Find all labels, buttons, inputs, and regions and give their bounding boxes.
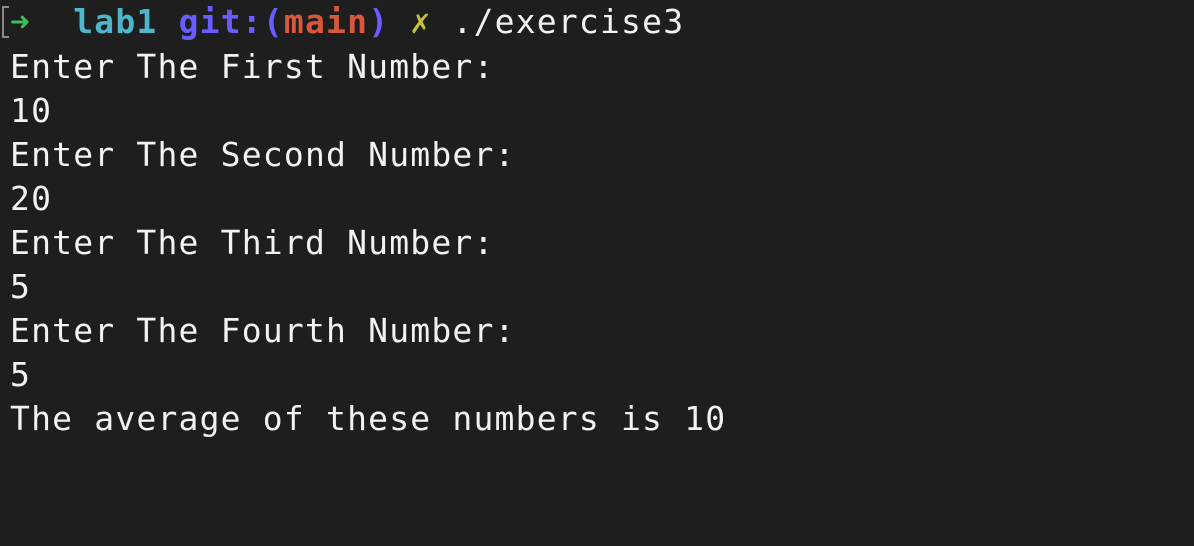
command-text: ./exercise3 [452,2,685,41]
output-line: Enter The Fourth Number: [10,311,516,350]
prompt-line: ➜ lab1 git:(main) ✗ ./exercise3 [10,0,684,44]
output-line: 20 [10,179,53,218]
dirty-marker-icon: ✗ [410,2,432,41]
git-branch: main [283,2,369,41]
output-line: Enter The Second Number: [10,135,516,174]
output-line: Enter The First Number: [10,47,495,86]
selection-bracket [2,6,9,38]
output-line: The average of these numbers is 10 [10,399,727,438]
terminal-window[interactable]: ➜ lab1 git:(main) ✗ ./exercise3 Enter Th… [0,0,1194,438]
git-label-close: ) [368,2,390,41]
prompt-arrow-icon: ➜ [10,2,32,41]
output-line: 5 [10,355,32,394]
output-line: 5 [10,267,32,306]
output-line: 10 [10,91,53,130]
output-line: Enter The Third Number: [10,223,495,262]
git-label: git:( [178,2,284,41]
current-directory: lab1 [73,2,158,41]
